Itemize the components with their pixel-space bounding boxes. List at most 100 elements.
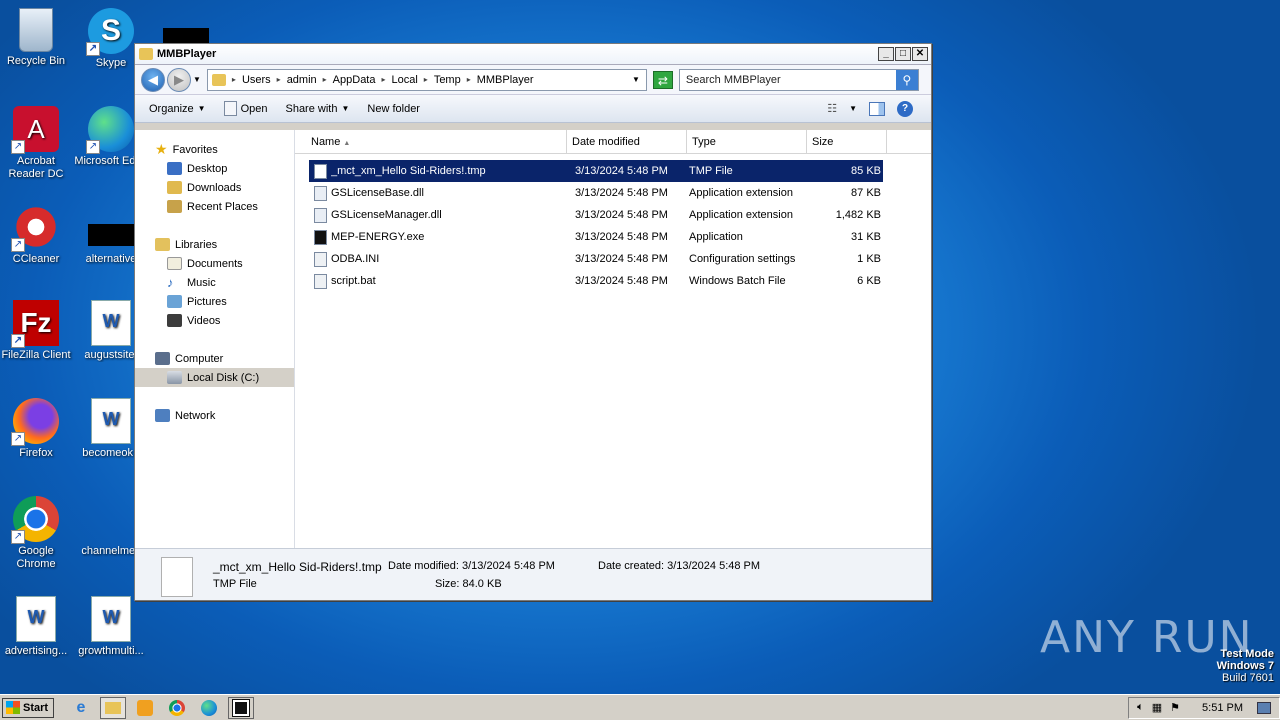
file-type-icon <box>314 229 327 245</box>
help-icon[interactable]: ? <box>897 100 913 117</box>
taskbar-edge[interactable] <box>196 697 222 719</box>
file-size: 6 KB <box>857 275 881 287</box>
chrome-icon: ↗ <box>11 496 59 544</box>
column-type[interactable]: Type <box>687 130 807 153</box>
breadcrumb-mmbplayer[interactable]: MMBPlayer <box>477 74 534 86</box>
new-folder-button[interactable]: New folder <box>367 103 420 115</box>
taskbar-ie[interactable]: e <box>68 697 94 719</box>
desktop-icon-growthmulti[interactable]: W growthmulti... <box>72 596 150 658</box>
nav-label: Downloads <box>187 181 242 194</box>
file-name: _mct_xm_Hello Sid-Riders!.tmp <box>331 165 486 177</box>
breadcrumb-users[interactable]: Users <box>242 74 271 86</box>
share-with-button[interactable]: Share with ▼ <box>285 103 349 115</box>
nav-local-disk[interactable]: Local Disk (C:) <box>135 368 294 387</box>
nav-label: Favorites <box>172 143 218 156</box>
back-button[interactable]: ◀ <box>141 67 165 92</box>
breadcrumb-separator-icon[interactable]: ▸ <box>232 75 236 84</box>
breadcrumb-separator-icon[interactable]: ▸ <box>467 75 471 84</box>
shortcut-arrow-icon: ↗ <box>11 432 25 446</box>
search-input[interactable]: Search MMBPlayer ⚲ <box>678 68 919 91</box>
open-button[interactable]: Open <box>223 101 267 116</box>
action-center-flag-icon[interactable]: ⚑ <box>1170 701 1180 714</box>
maximize-button[interactable]: □ <box>895 47 911 61</box>
desktop-icon <box>167 162 182 175</box>
network-status-icon[interactable]: ▦ <box>1152 701 1162 714</box>
nav-label: Computer <box>175 352 224 365</box>
breadcrumb-local[interactable]: Local <box>392 74 418 86</box>
file-size: 1,482 KB <box>835 209 881 221</box>
file-thumbnail-icon <box>161 557 193 597</box>
file-row[interactable]: script.bat 3/13/2024 5:48 PM Windows Batch… <box>309 270 883 292</box>
file-row[interactable]: GSLicenseBase.dll 3/13/2024 5:48 PM Applic… <box>309 182 883 204</box>
drive-icon <box>167 371 182 384</box>
chevron-down-icon[interactable]: ▼ <box>849 104 857 113</box>
nav-desktop[interactable]: Desktop <box>135 159 294 178</box>
desktop-icon-ccleaner[interactable]: ↗ CCleaner <box>0 204 75 266</box>
desktop-icon-label: growthmulti... <box>78 645 144 657</box>
taskbar-mep-energy[interactable] <box>228 696 254 719</box>
file-date-modified: 3/13/2024 5:48 PM <box>575 231 668 243</box>
nav-libraries[interactable]: Libraries <box>135 235 294 254</box>
column-date-modified[interactable]: Date modified <box>567 130 687 153</box>
music-icon: ♪ <box>167 275 174 290</box>
desktop-icon-chrome[interactable]: ↗ Google Chrome <box>0 496 75 571</box>
search-placeholder: Search MMBPlayer <box>685 73 781 86</box>
preview-pane-icon[interactable] <box>869 101 885 116</box>
title-bar[interactable]: MMBPlayer _ □ ✕ <box>135 44 931 65</box>
shortcut-arrow-icon: ↗ <box>11 140 25 154</box>
libraries-icon <box>155 238 170 251</box>
minimize-button[interactable]: _ <box>878 47 894 61</box>
address-bar[interactable]: ▸ Users ▸ admin ▸ AppData ▸ Local ▸ Temp… <box>206 68 647 91</box>
history-dropdown-icon[interactable]: ▼ <box>193 75 201 84</box>
nav-pictures[interactable]: Pictures <box>135 292 294 311</box>
organize-button[interactable]: Organize ▼ <box>149 103 206 115</box>
breadcrumb-separator-icon[interactable]: ▸ <box>424 75 428 84</box>
nav-network[interactable]: Network <box>135 406 294 425</box>
forward-button[interactable]: ▶ <box>167 67 191 92</box>
nav-label: Local Disk (C:) <box>187 371 260 384</box>
system-tray: 🔈︎ ▦ ⚑ 5:51 PM <box>1128 696 1280 719</box>
file-row[interactable]: ODBA.INI 3/13/2024 5:48 PM Configuration s… <box>309 248 883 270</box>
clock[interactable]: 5:51 PM <box>1202 702 1243 714</box>
videos-icon <box>167 314 182 327</box>
close-button[interactable]: ✕ <box>912 47 928 61</box>
address-dropdown-icon[interactable]: ▼ <box>632 75 640 84</box>
desktop-icon-filezilla[interactable]: Fz ↗ FileZilla Client <box>0 300 75 362</box>
start-button[interactable]: Start <box>2 697 54 718</box>
desktop-icon-firefox[interactable]: ↗ Firefox <box>0 398 75 460</box>
details-file-type: TMP File <box>213 578 257 590</box>
nav-music[interactable]: ♪ Music <box>135 273 294 292</box>
nav-favorites[interactable]: ★ Favorites <box>135 140 294 159</box>
folder-icon <box>105 701 121 714</box>
taskbar-explorer[interactable] <box>100 696 126 719</box>
breadcrumb-separator-icon[interactable]: ▸ <box>277 75 281 84</box>
column-size[interactable]: Size <box>807 130 887 153</box>
breadcrumb-temp[interactable]: Temp <box>434 74 461 86</box>
taskbar-chrome[interactable] <box>164 697 190 719</box>
nav-downloads[interactable]: Downloads <box>135 178 294 197</box>
refresh-button[interactable]: ⇄ <box>652 70 673 89</box>
new-folder-label: New folder <box>367 102 420 115</box>
nav-recent-places[interactable]: Recent Places <box>135 197 294 216</box>
breadcrumb-separator-icon[interactable]: ▸ <box>381 75 385 84</box>
star-icon: ★ <box>155 141 168 157</box>
show-desktop-icon[interactable] <box>1257 701 1271 714</box>
column-name[interactable]: Name ▲ <box>295 130 567 153</box>
breadcrumb-separator-icon[interactable]: ▸ <box>323 75 327 84</box>
computer-icon <box>155 352 170 365</box>
nav-videos[interactable]: Videos <box>135 311 294 330</box>
desktop-icon-advertising[interactable]: W advertising... <box>0 596 75 658</box>
desktop-icon-recycle-bin[interactable]: Recycle Bin <box>0 8 75 68</box>
file-row[interactable]: GSLicenseManager.dll 3/13/2024 5:48 PM App… <box>309 204 883 226</box>
view-options-icon[interactable]: ☷ <box>827 102 837 115</box>
volume-icon[interactable]: 🔈︎ <box>1137 701 1144 714</box>
breadcrumb-admin[interactable]: admin <box>287 74 317 86</box>
search-icon[interactable]: ⚲ <box>895 69 918 90</box>
breadcrumb-appdata[interactable]: AppData <box>333 74 376 86</box>
file-row[interactable]: _mct_xm_Hello Sid-Riders!.tmp 3/13/2024 5… <box>309 160 883 182</box>
nav-documents[interactable]: Documents <box>135 254 294 273</box>
desktop-icon-acrobat[interactable]: A ↗ Acrobat Reader DC <box>0 106 75 181</box>
nav-computer[interactable]: Computer <box>135 349 294 368</box>
taskbar-media-player[interactable] <box>132 697 158 719</box>
file-row[interactable]: MEP-ENERGY.exe 3/13/2024 5:48 PM Applicati… <box>309 226 883 248</box>
